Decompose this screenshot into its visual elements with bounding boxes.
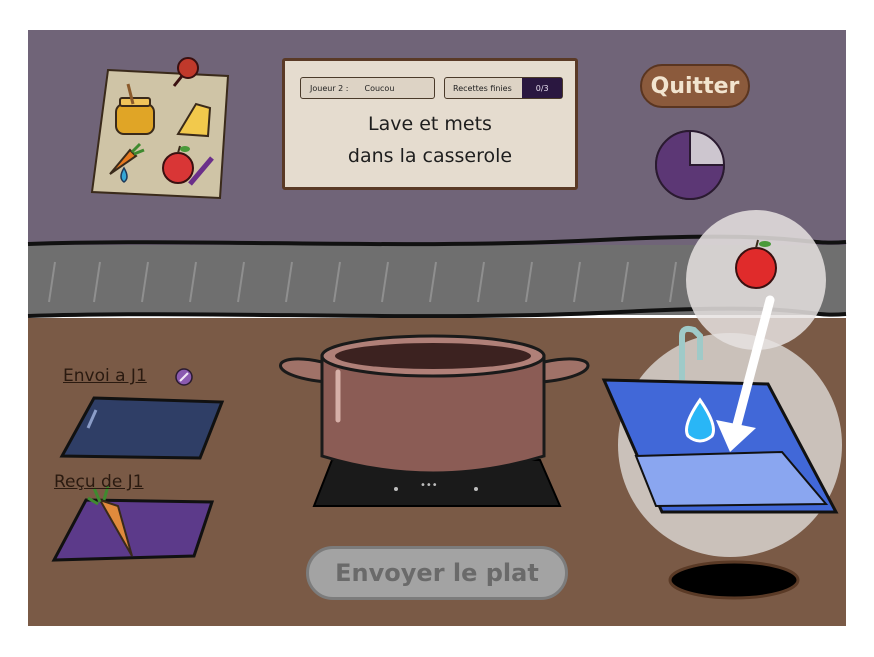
player-pill: Joueur 2 : Coucou — [300, 77, 435, 99]
send-dish-button[interactable]: Envoyer le plat — [306, 546, 568, 600]
pencil-icon[interactable] — [175, 368, 193, 386]
received-station-label: Reçu de J1 — [54, 472, 144, 492]
recipes-pill: Recettes finies 0/3 — [444, 77, 563, 99]
player-label: Joueur 2 : — [310, 83, 349, 93]
instruction-line-2: dans la casserole — [347, 145, 513, 167]
send-station-label: Envoi a J1 — [63, 366, 147, 386]
instruction-line-1: Lave et mets — [368, 113, 492, 135]
info-panel: Joueur 2 : Coucou Recettes finies 0/3 La… — [282, 58, 578, 190]
cooking-pot[interactable] — [279, 334, 590, 475]
game-scene: Joueur 2 : Coucou Recettes finies 0/3 La… — [0, 0, 874, 657]
recipes-count: 0/3 — [522, 78, 562, 98]
recipe-card[interactable] — [90, 57, 230, 200]
recipes-label: Recettes finies — [453, 83, 512, 93]
stove-indicator: ••• — [420, 480, 438, 491]
quit-button[interactable]: Quitter — [640, 64, 750, 108]
player-name: Coucou — [364, 83, 395, 93]
timer-pie — [655, 129, 726, 200]
trash-hole[interactable] — [668, 560, 800, 600]
